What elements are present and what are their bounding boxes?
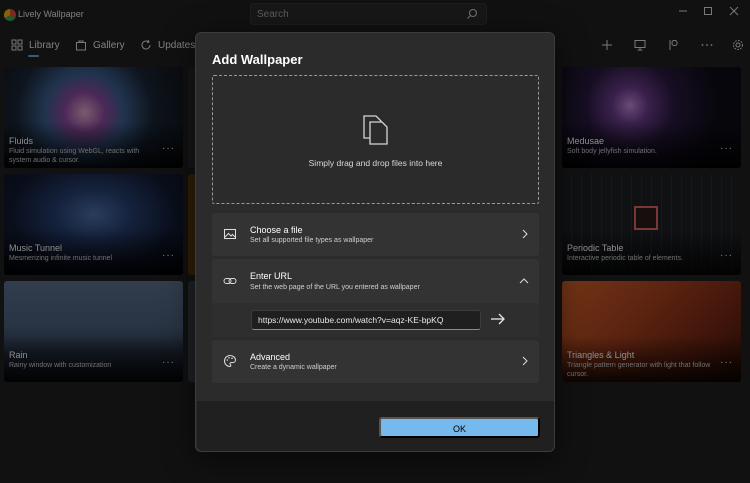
dialog-footer: OK [197,400,554,451]
palette-icon [224,354,237,368]
chevron-right-icon [522,356,528,366]
chevron-right-icon [522,229,528,239]
choose-file-option[interactable]: Choose a file Set all supported file typ… [212,213,539,256]
choose-file-description: Set all supported file types as wallpape… [250,237,374,244]
ok-button[interactable]: OK [379,417,540,438]
enter-url-option[interactable]: Enter URL Set the web page of the URL yo… [212,259,539,303]
dropzone-text: Simply drag and drop files into here [308,158,443,168]
url-input[interactable] [251,310,481,330]
advanced-description: Create a dynamic wallpaper [250,364,337,371]
advanced-option[interactable]: Advanced Create a dynamic wallpaper [212,340,539,383]
dialog-title: Add Wallpaper [212,52,303,67]
choose-file-title: Choose a file [250,225,303,235]
copy-files-icon [363,115,388,145]
advanced-title: Advanced [250,352,291,362]
image-icon [224,229,236,239]
file-drop-zone[interactable]: Simply drag and drop files into here [212,75,539,204]
arrow-right-icon[interactable] [490,312,506,326]
link-icon [223,278,237,284]
chevron-up-icon[interactable] [519,277,529,285]
enter-url-title: Enter URL [250,271,293,281]
url-input-row [212,303,539,337]
add-wallpaper-dialog: Add Wallpaper Simply drag and drop files… [195,32,555,452]
enter-url-description: Set the web page of the URL you entered … [250,284,420,291]
